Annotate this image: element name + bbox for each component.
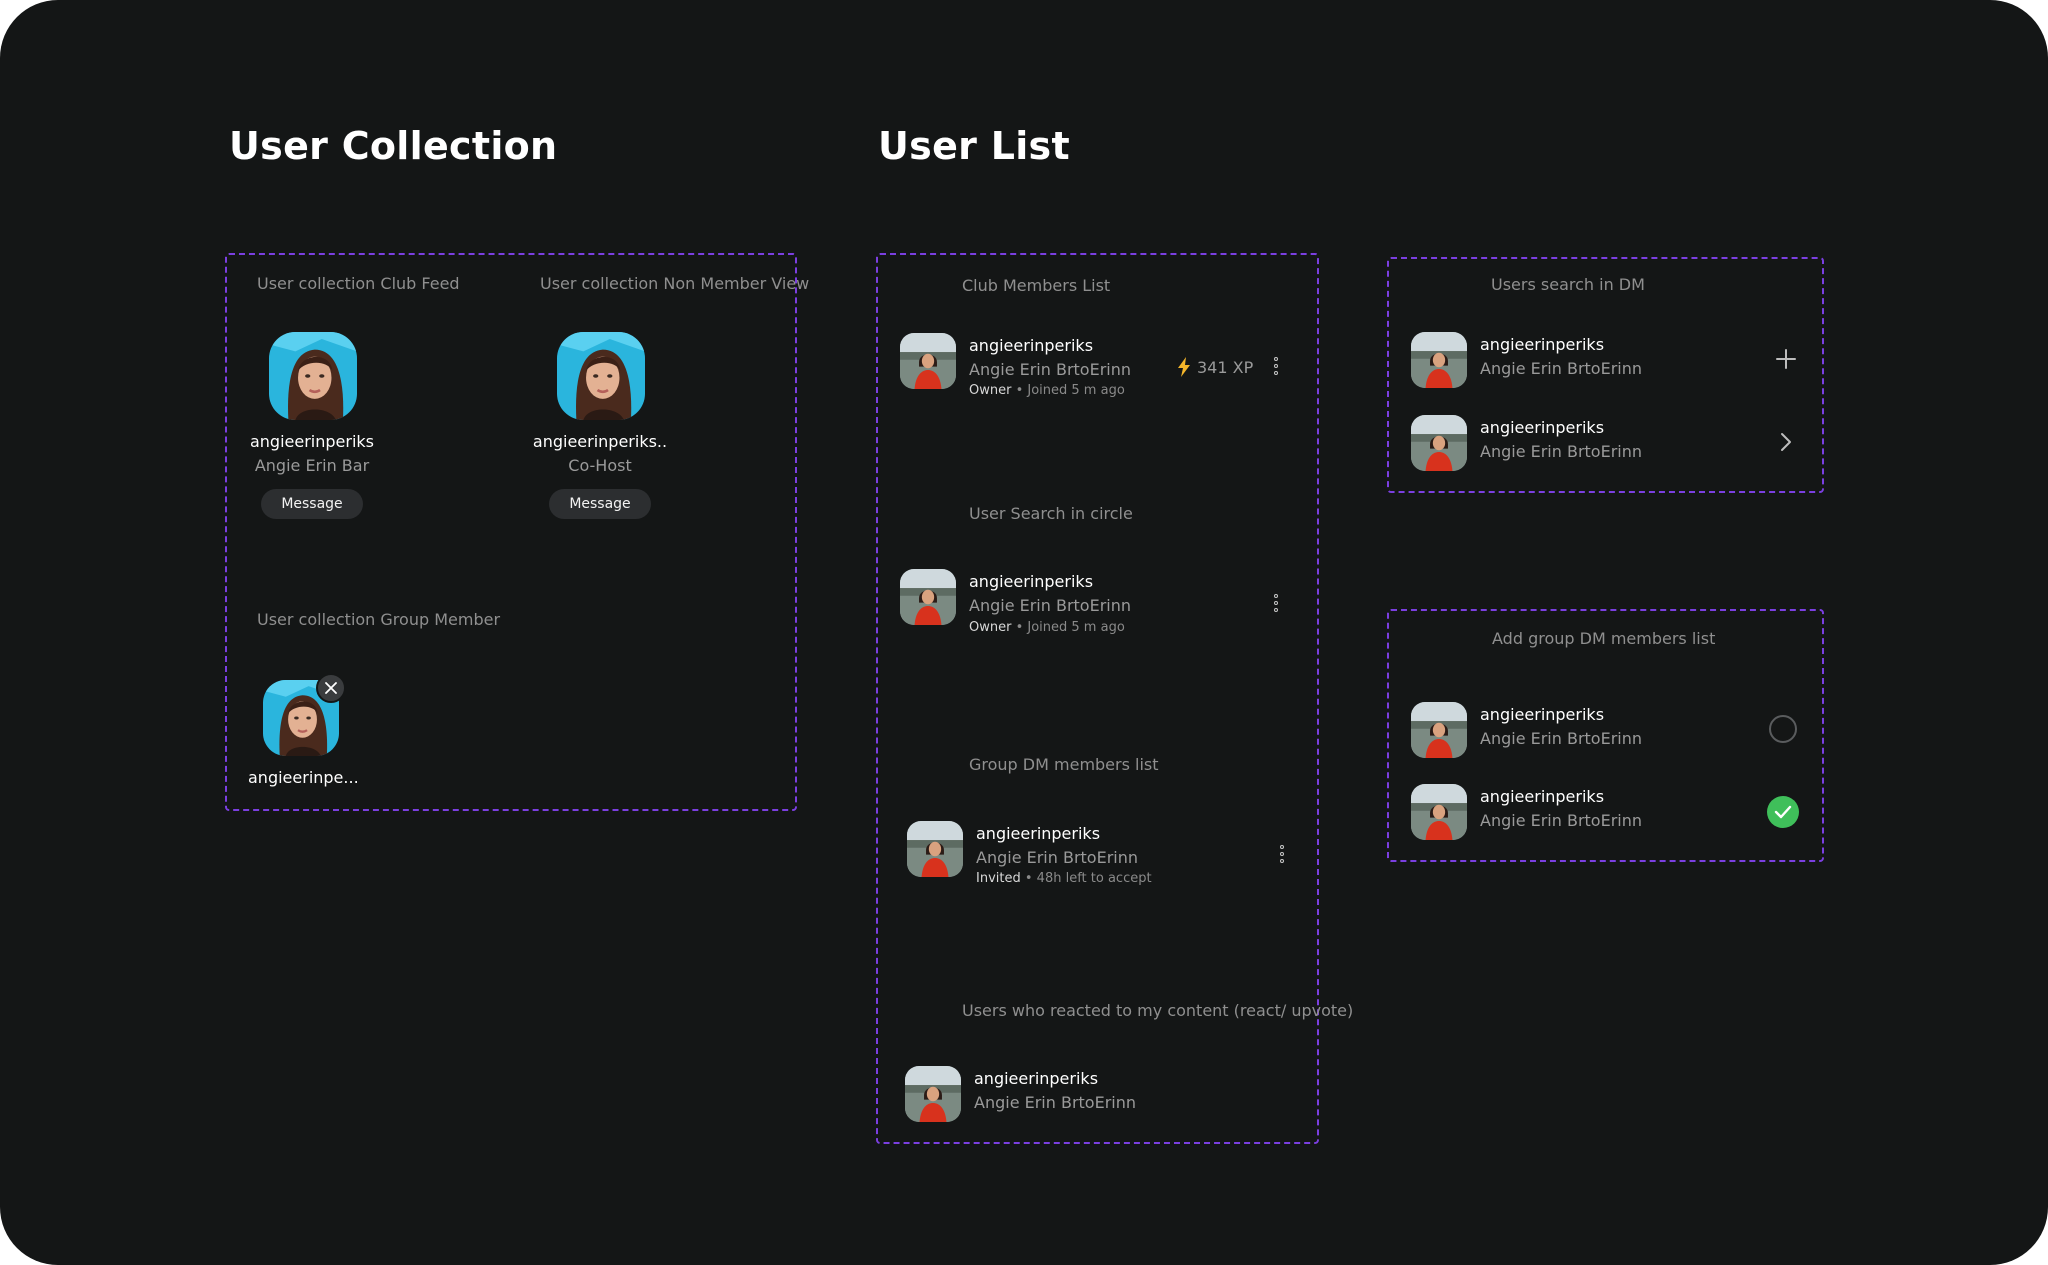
close-icon [325,682,337,694]
dm-search-avatar-1[interactable] [1411,332,1467,388]
club-member-display-name: Angie Erin BrtoErinn [969,360,1132,379]
chevron-right-icon[interactable] [1780,432,1792,452]
reacted-username: angieerinperiks [974,1069,1099,1088]
user-list-heading: User List [878,124,1070,168]
group-dm-meta: Invited • 48h left to accept [976,871,1152,886]
dm-search-caption: Users search in DM [1491,275,1645,294]
dm-search-username-1: angieerinperiks [1480,335,1605,354]
add-group-dm-display-name-2: Angie Erin BrtoErinn [1480,811,1643,830]
user-collection-heading: User Collection [229,124,558,168]
club-feed-display-name: Angie Erin Bar [254,456,370,475]
non-member-avatar[interactable] [557,332,645,420]
club-member-username: angieerinperiks [969,336,1094,355]
xp-badge: 341 XP [1177,357,1253,377]
group-dm-display-name: Angie Erin BrtoErinn [976,848,1139,867]
group-dm-avatar[interactable] [907,821,963,877]
checkmark-icon [1774,805,1792,819]
plus-icon[interactable] [1776,349,1796,369]
reacted-avatar[interactable] [905,1066,961,1122]
club-member-more-button[interactable] [1271,357,1281,381]
circle-search-caption: User Search in circle [969,504,1133,523]
add-group-dm-caption: Add group DM members list [1492,629,1716,648]
group-member-caption: User collection Group Member [257,610,501,629]
non-member-username: angieerinperiks.. [532,432,668,451]
club-feed-avatar[interactable] [269,332,357,420]
group-dm-caption: Group DM members list [969,755,1159,774]
circle-search-avatar[interactable] [900,569,956,625]
remove-member-button[interactable] [316,673,346,703]
circle-search-display-name: Angie Erin BrtoErinn [969,596,1132,615]
club-feed-caption: User collection Club Feed [257,274,460,293]
reacted-caption: Users who reacted to my content (react/ … [962,1001,1354,1020]
dm-search-display-name-1: Angie Erin BrtoErinn [1480,359,1643,378]
non-member-role: Co-Host [568,456,632,475]
selected-checkbox[interactable] [1767,796,1799,828]
non-member-caption: User collection Non Member View [540,274,810,293]
club-member-avatar[interactable] [900,333,956,389]
club-feed-message-button[interactable]: Message [261,489,363,519]
add-group-dm-display-name-1: Angie Erin BrtoErinn [1480,729,1643,748]
club-feed-username: angieerinperiks [249,432,375,451]
canvas: User Collection User List User collectio… [0,0,2048,1265]
add-group-dm-username-1: angieerinperiks [1480,705,1605,724]
dm-search-display-name-2: Angie Erin BrtoErinn [1480,442,1643,461]
dm-search-username-2: angieerinperiks [1480,418,1605,437]
circle-search-username: angieerinperiks [969,572,1094,591]
add-group-dm-avatar-2[interactable] [1411,784,1467,840]
non-member-message-button[interactable]: Message [549,489,651,519]
reacted-display-name: Angie Erin BrtoErinn [974,1093,1137,1112]
add-group-dm-avatar-1[interactable] [1411,702,1467,758]
dm-search-avatar-2[interactable] [1411,415,1467,471]
lightning-icon [1178,357,1190,377]
group-member-username: angieerinpe... [248,768,359,787]
group-dm-more-button[interactable] [1277,845,1287,869]
unselected-radio[interactable] [1769,715,1797,743]
add-group-dm-username-2: angieerinperiks [1480,787,1605,806]
circle-search-meta: Owner • Joined 5 m ago [969,620,1125,635]
circle-search-more-button[interactable] [1271,594,1281,618]
club-members-caption: Club Members List [962,276,1111,295]
group-dm-username: angieerinperiks [976,824,1101,843]
club-member-meta: Owner • Joined 5 m ago [969,383,1125,398]
